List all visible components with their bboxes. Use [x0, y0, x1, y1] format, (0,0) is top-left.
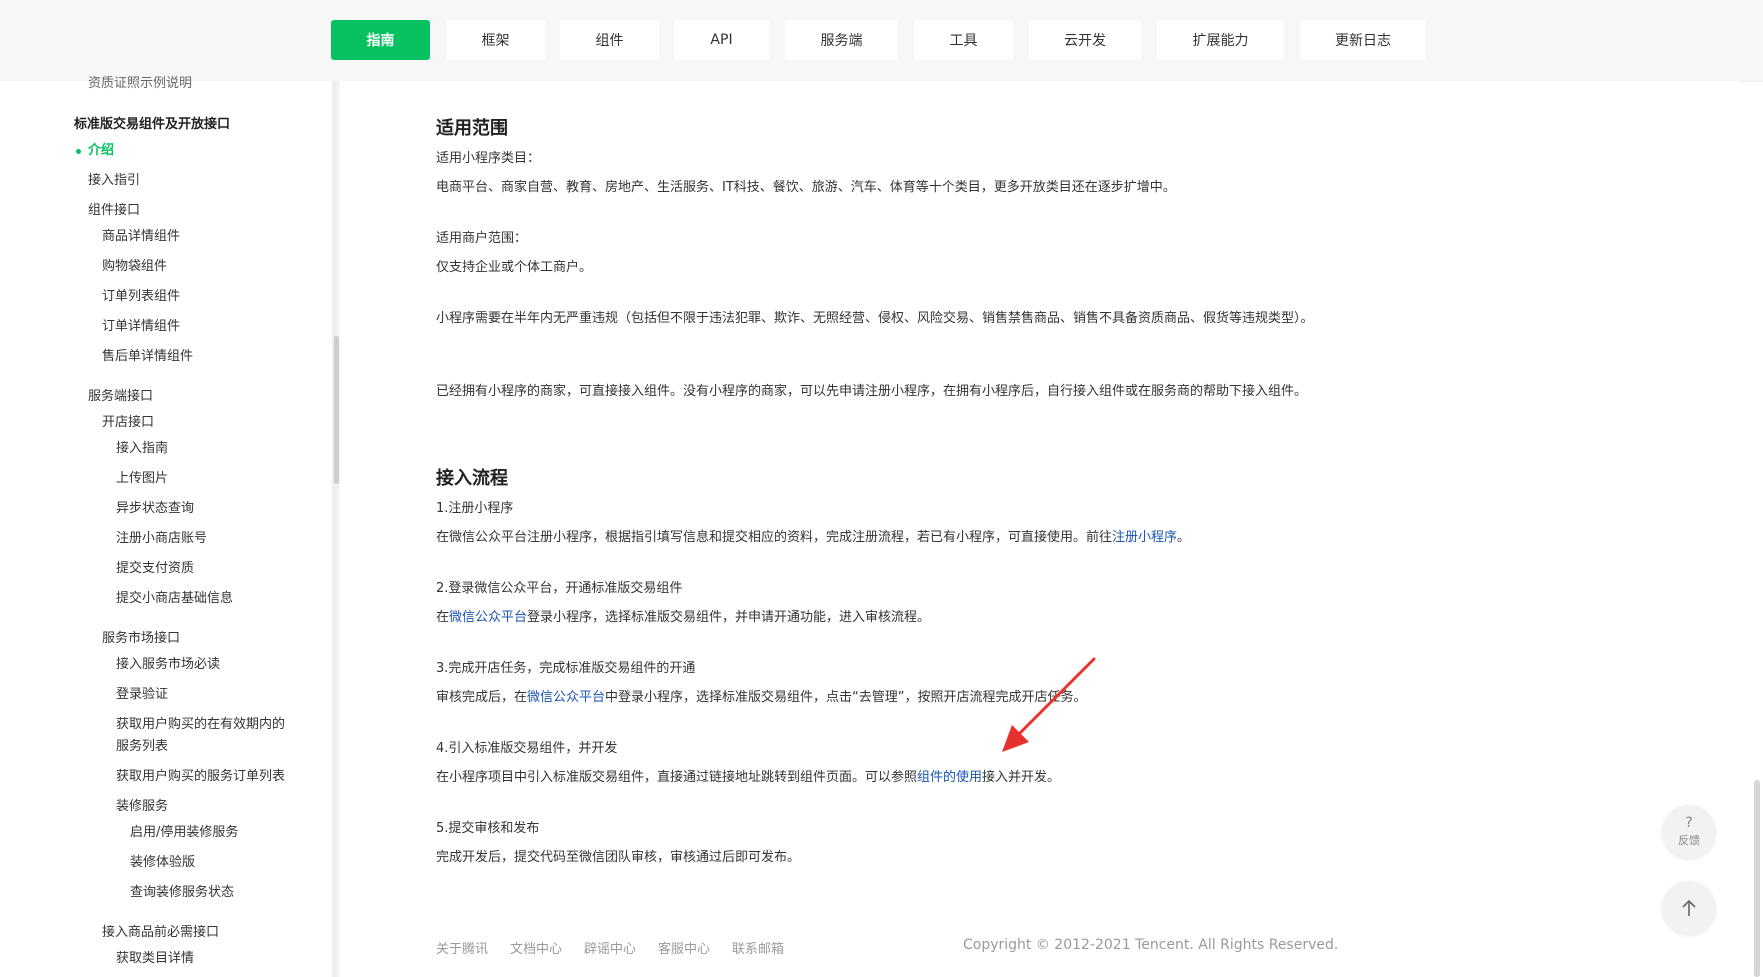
sidebar-item[interactable]: 装修服务	[116, 799, 168, 815]
tab-api[interactable]: API	[674, 20, 769, 60]
step-5-title: 5.提交审核和发布	[436, 821, 540, 836]
tab-guide[interactable]: 指南	[331, 20, 430, 60]
tab-framework[interactable]: 框架	[446, 20, 545, 60]
sidebar	[0, 81, 332, 977]
page-scrollbar[interactable]	[1754, 780, 1760, 977]
step-3-text: 审核完成后，在微信公众平台中登录小程序，选择标准版交易组件，点击“去管理”，按照…	[436, 687, 1326, 709]
sidebar-item[interactable]: 服务市场接口	[102, 631, 180, 647]
footer-link-about[interactable]: 关于腾讯	[436, 938, 488, 957]
sidebar-item[interactable]: 获取用户购买的服务订单列表	[116, 769, 285, 785]
sidebar-item[interactable]: 登录验证	[116, 687, 168, 703]
sidebar-item[interactable]: 接入指南	[116, 441, 168, 457]
sidebar-item[interactable]: 启用/停用装修服务	[130, 825, 238, 841]
sidebar-item[interactable]: 组件接口	[88, 203, 140, 219]
sidebar-item[interactable]: 查询装修服务状态	[130, 885, 234, 901]
footer-link-rumor[interactable]: 辟谣中心	[584, 938, 636, 957]
step-2-text-b: 登录小程序，选择标准版交易组件，并申请开通功能，进入审核流程。	[527, 610, 931, 625]
sidebar-item[interactable]: 接入服务市场必读	[116, 657, 220, 673]
wechat-platform-link-2[interactable]: 微信公众平台	[527, 690, 605, 705]
feedback-label: 反馈	[1678, 834, 1700, 847]
sidebar-item[interactable]: 异步状态查询	[116, 501, 194, 517]
sidebar-item[interactable]: 接入指引	[88, 173, 140, 189]
active-dot-icon	[76, 149, 81, 154]
step-2-text: 在微信公众平台登录小程序，选择标准版交易组件，并申请开通功能，进入审核流程。	[436, 607, 1326, 629]
annotation-arrow-icon	[1002, 657, 1096, 752]
sidebar-item[interactable]: 商品详情组件	[102, 229, 180, 245]
tab-components[interactable]: 组件	[560, 20, 659, 60]
step-1-text-b: 。	[1177, 530, 1191, 545]
sidebar-item[interactable]: 订单列表组件	[102, 289, 180, 305]
sidebar-scrollbar[interactable]	[334, 336, 339, 484]
scope-category-label: 适用小程序类目：	[436, 151, 541, 166]
arrow-up-icon	[1682, 899, 1696, 916]
step-2-text-a: 在	[436, 610, 450, 625]
sidebar-item[interactable]: 上传图片	[116, 471, 168, 487]
sidebar-item[interactable]: 接入商品前必需接口	[102, 925, 219, 941]
section-title-flow: 接入流程	[436, 468, 508, 489]
sidebar-item[interactable]: 开店接口	[102, 415, 154, 431]
sidebar-item[interactable]: 注册小商店账号	[116, 531, 207, 547]
sidebar-item[interactable]: 装修体验版	[130, 855, 195, 871]
sidebar-item[interactable]: 购物袋组件	[102, 259, 167, 275]
footer-link-service[interactable]: 客服中心	[658, 938, 710, 957]
tab-changelog[interactable]: 更新日志	[1300, 20, 1426, 60]
copyright-text: Copyright © 2012-2021 Tencent. All Right…	[963, 937, 1339, 953]
sidebar-item[interactable]: 服务列表	[116, 739, 168, 755]
step-1-text: 在微信公众平台注册小程序，根据指引填写信息和提交相应的资料，完成注册流程，若已有…	[436, 527, 1326, 549]
sidebar-item[interactable]: 提交小商店基础信息	[116, 591, 233, 607]
step-4-title: 4.引入标准版交易组件，并开发	[436, 741, 618, 756]
step-1-title: 1.注册小程序	[436, 501, 514, 516]
sidebar-item[interactable]: 获取用户购买的在有效期内的	[116, 717, 285, 733]
back-to-top-button[interactable]	[1662, 881, 1716, 935]
sidebar-group-trade-component[interactable]: 标准版交易组件及开放接口	[74, 117, 230, 133]
feedback-button[interactable]: ? 反馈	[1662, 805, 1716, 859]
step-3-title: 3.完成开店任务，完成标准版交易组件的开通	[436, 661, 696, 676]
top-navigation: 指南 框架 组件 API 服务端 工具 云开发 扩展能力 更新日志	[0, 0, 1763, 82]
scope-category-text: 电商平台、商家自营、教育、房地产、生活服务、IT科技、餐饮、旅游、汽车、体育等十…	[436, 180, 1176, 195]
question-icon: ?	[1685, 815, 1693, 831]
scope-merchant-text: 仅支持企业或个体工商户。	[436, 260, 593, 275]
footer-link-docs[interactable]: 文档中心	[510, 938, 562, 957]
sidebar-item[interactable]: 订单详情组件	[102, 319, 180, 335]
component-usage-link[interactable]: 组件的使用	[917, 770, 982, 785]
register-miniprogram-link[interactable]: 注册小程序	[1112, 530, 1177, 545]
footer-link-email[interactable]: 联系邮箱	[732, 938, 784, 957]
step-2-title: 2.登录微信公众平台，开通标准版交易组件	[436, 581, 683, 596]
section-title-scope: 适用范围	[436, 118, 508, 139]
scope-owned-text: 已经拥有小程序的商家，可直接接入组件。没有小程序的商家，可以先申请注册小程序，在…	[436, 384, 1308, 399]
step-4-text-b: 接入并开发。	[982, 770, 1061, 785]
sidebar-divider	[332, 81, 340, 977]
step-4-text: 在小程序项目中引入标准版交易组件，直接通过链接地址跳转到组件页面。可以参照组件的…	[436, 767, 1326, 789]
step-4-text-a: 在小程序项目中引入标准版交易组件，直接通过链接地址跳转到组件页面。可以参照	[436, 770, 918, 785]
sidebar-item[interactable]: 资质证照示例说明	[88, 76, 192, 92]
scope-merchant-label: 适用商户范围：	[436, 231, 528, 246]
step-1-text-a: 在微信公众平台注册小程序，根据指引填写信息和提交相应的资料，完成注册流程，若已有…	[436, 530, 1113, 545]
sidebar-item-intro[interactable]: 介绍	[88, 143, 114, 159]
sidebar-item[interactable]: 服务端接口	[88, 389, 153, 405]
tab-server[interactable]: 服务端	[785, 20, 898, 60]
tab-cloud[interactable]: 云开发	[1029, 20, 1141, 60]
sidebar-item[interactable]: 售后单详情组件	[102, 349, 193, 365]
sidebar-item[interactable]: 获取类目详情	[116, 951, 194, 967]
tab-extensions[interactable]: 扩展能力	[1157, 20, 1284, 60]
tab-tools[interactable]: 工具	[914, 20, 1013, 60]
step-5-text: 完成开发后，提交代码至微信团队审核，审核通过后即可发布。	[436, 850, 801, 865]
wechat-platform-link[interactable]: 微信公众平台	[449, 610, 527, 625]
step-3-text-a: 审核完成后，在	[436, 690, 528, 705]
sidebar-item[interactable]: 提交支付资质	[116, 561, 194, 577]
scope-violation-text: 小程序需要在半年内无严重违规（包括但不限于违法犯罪、欺诈、无照经营、侵权、风险交…	[436, 311, 1314, 326]
